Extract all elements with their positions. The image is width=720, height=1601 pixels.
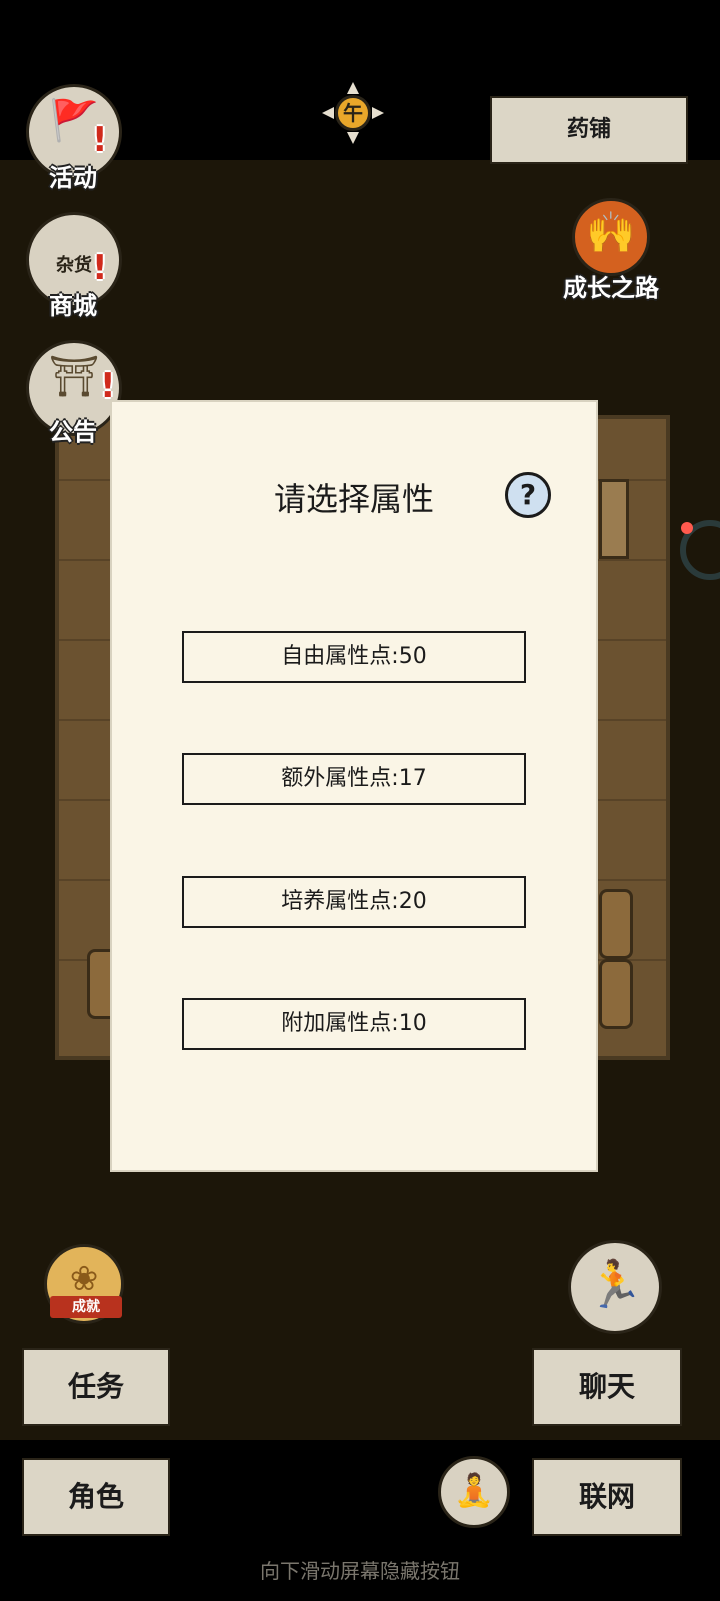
chat-button[interactable]: 聊天 [532,1348,682,1426]
pharmacy-button[interactable]: 药铺 [490,96,688,164]
sun-icon: 午 [335,95,371,131]
bonus-points-option[interactable]: 附加属性点:10 [182,998,526,1050]
sun-ray [372,107,384,119]
barrel [599,959,633,1029]
notification-dot [681,522,693,534]
meditation-icon: 🧘 [454,1471,494,1509]
help-icon[interactable]: ? [505,472,551,518]
runner-icon: 🏃 [586,1257,644,1311]
training-points-option[interactable]: 培养属性点:20 [182,876,526,928]
cabinet [599,479,629,559]
sun-ray [322,107,334,119]
figure-icon: 🙌 [586,210,636,256]
barrel [599,889,633,959]
free-points-option[interactable]: 自由属性点:50 [182,631,526,683]
attribute-dialog: 请选择属性 ? 自由属性点:50 额外属性点:17 培养属性点:20 附加属性点… [110,400,598,1172]
notice-alert-icon: ! [100,366,116,406]
medal-icon: ❀ [69,1259,99,1299]
activity-alert-icon: ! [92,120,108,160]
hide-buttons-hint: 向下滑动屏幕隐藏按钮 [260,1559,460,1583]
role-button[interactable]: 角色 [22,1458,170,1536]
shop-alert-icon: ! [92,248,108,288]
run-button[interactable]: 🏃 [568,1240,662,1334]
activity-label: 活动 [49,164,97,192]
growth-road-label: 成长之路 [563,274,659,302]
task-button[interactable]: 任务 [22,1348,170,1426]
network-button[interactable]: 联网 [532,1458,682,1536]
shop-label: 商城 [49,292,97,320]
sun-ray [347,132,359,144]
achievement-ribbon: 成就 [50,1296,122,1318]
extra-points-option[interactable]: 额外属性点:17 [182,753,526,805]
time-of-day-indicator: 午 [322,82,384,144]
sun-ray [347,82,359,94]
meditate-button[interactable]: 🧘 [438,1456,510,1528]
growth-road-button[interactable]: 🙌 [572,198,650,276]
